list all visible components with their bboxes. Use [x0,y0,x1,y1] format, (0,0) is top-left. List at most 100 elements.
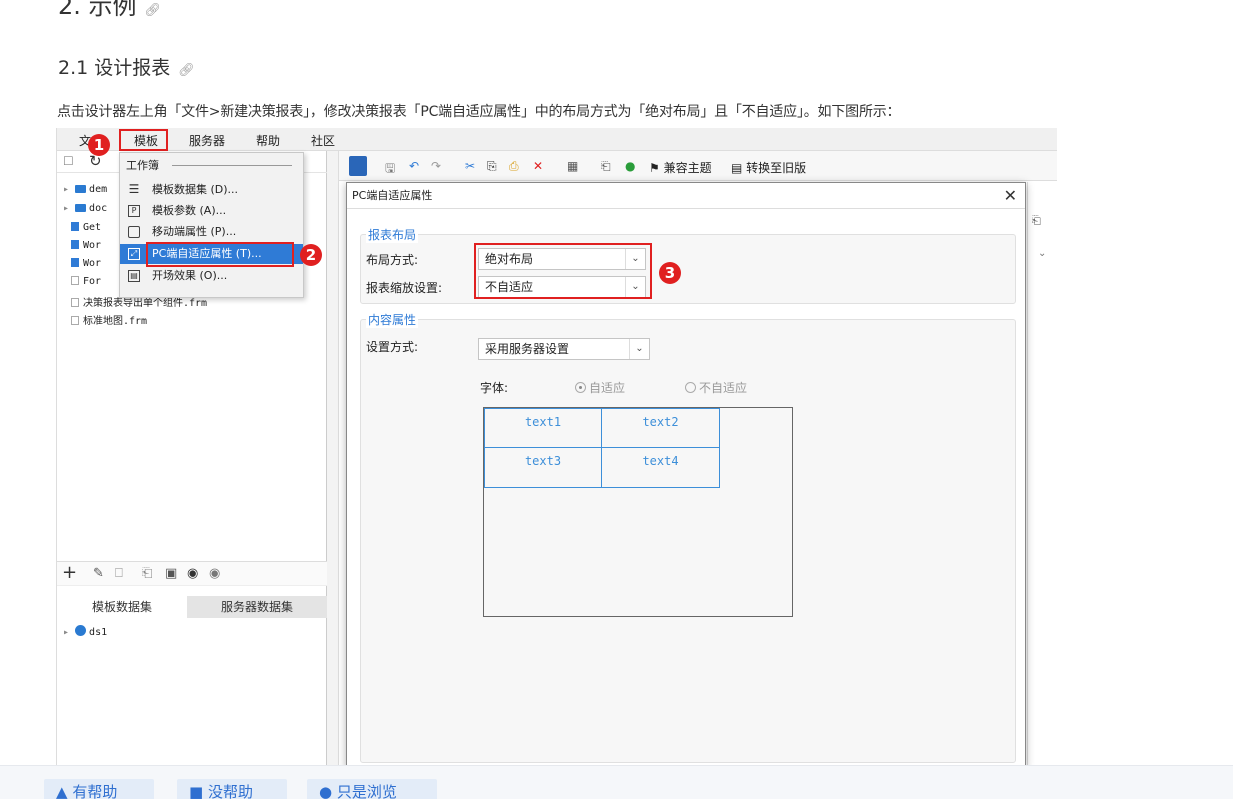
copy-icon[interactable]: ⎘ [487,159,497,174]
not-helpful-button[interactable]: ■ 没帮助 [177,779,287,799]
tab-template-dataset[interactable]: 模板数据集 [57,596,187,618]
dataset-item[interactable]: ▸ ds1 [63,625,107,638]
delete-icon[interactable]: ⎕ [115,566,123,581]
database-icon [75,625,87,636]
menu-server[interactable]: 服务器 [189,132,225,149]
refresh-dataset-icon[interactable]: ▣ [165,566,177,581]
menu-item-mobile-properties[interactable]: 移动端属性 (P)... [120,222,303,242]
subsection-heading: 2.1 设计报表 🔗︎ [58,57,195,79]
save-icon[interactable]: 🖫︎ [385,159,395,180]
menu-help[interactable]: 帮助 [256,132,280,149]
preview-cell: text1 [484,408,602,448]
convert-icon: ▤ [731,161,743,175]
panel-splitter[interactable] [327,151,339,768]
dialog-title: PC端自适应属性 [347,183,1025,209]
form-file-icon [71,316,79,325]
template-menu-dropdown: 工作簿 ☰ 模板数据集 (D)... P 模板参数 (A)... 移动端属性 (P)… [119,152,304,298]
widget-icon[interactable]: ▦ [567,159,578,173]
paste-icon[interactable]: ⎙ [509,159,519,174]
setting-mode-label: 设置方式: [366,340,419,354]
report-file-icon [71,258,79,267]
tree-item[interactable]: ▸ dem [63,184,107,195]
report-file-icon [71,240,79,249]
redo-icon[interactable]: ↷ [431,159,441,173]
section-heading: 2. 示例 🔗︎ [58,0,162,20]
undo-icon[interactable]: ↶ [409,159,419,173]
menu-section-divider [172,165,292,166]
anchor-link-icon[interactable]: 🔗︎ [145,3,162,18]
new-folder-icon[interactable]: ☐ [63,154,74,168]
tab-server-dataset[interactable]: 服务器数据集 [187,596,327,618]
layout-group [360,234,1016,304]
tree-item[interactable]: Get [71,222,101,233]
chevron-down-icon[interactable]: ⌄ [1038,248,1046,259]
tree-item[interactable]: 标准地图.frm [71,312,147,327]
tree-item[interactable]: ▸ doc [63,203,107,214]
setting-mode-select[interactable]: 采用服务器设置 ⌄ [478,338,650,360]
preview-cell: text2 [601,408,720,448]
form-file-icon [71,276,79,285]
shirt-icon: ⚑ [649,161,660,175]
highlight-template-menu [119,129,168,151]
mobile-icon [128,226,140,238]
preview-icon[interactable]: ⎗ [601,159,611,174]
menu-section-label: 工作簿 [126,159,159,172]
tree-item[interactable]: Wor [71,258,101,269]
helpful-button[interactable]: ▲ 有帮助 [44,779,154,799]
parameter-icon: P [128,205,140,217]
form-designer-icon[interactable] [349,156,367,176]
tree-item[interactable]: For [71,276,101,287]
expand-icon: ⤢ [128,248,140,260]
menu-item-template-dataset[interactable]: ☰ 模板数据集 (D)... [120,180,303,200]
intro-paragraph: 点击设计器左上角「文件>新建决策报表」，修改决策报表「PC端自适应属性」中的布局… [57,104,901,120]
form-file-icon [71,298,79,307]
database-icon: ☰ [128,182,140,196]
dataset-toolbar: + ✎ ⎕ ⎗ ▣ ◉ ◉ [57,561,327,586]
film-icon: ▤ [128,270,140,282]
add-icon[interactable]: + [62,562,77,583]
folder-icon [75,204,87,212]
close-icon[interactable]: ✕ [1004,183,1017,209]
tree-item[interactable]: Wor [71,240,101,251]
report-file-icon [71,222,79,231]
thumbs-up-icon: ▲ [56,783,68,799]
menu-community[interactable]: 社区 [311,132,335,149]
step-badge-3: 3 [659,262,681,284]
dataset-tabs: 模板数据集 服务器数据集 [57,596,327,618]
designer-screenshot: 文 模板 服务器 帮助 社区 ☐ ↻ ▸ dem ▸ doc Get Wor W… [56,128,1057,768]
menu-item-opening-effect[interactable]: ▤ 开场效果 (O)... [120,266,303,286]
content-group-title: 内容属性 [366,311,419,328]
info-icon: ● [319,783,333,799]
menu-bar: 文 模板 服务器 帮助 社区 [57,128,1057,151]
preview-cell: text4 [601,447,720,488]
highlight-layout-fields [474,243,652,299]
step-badge-2: 2 [300,244,322,266]
preview-icon[interactable]: ⎗ [142,566,152,581]
radio-unchecked-icon [685,382,696,393]
check-icon[interactable]: ● [625,159,635,173]
property-icon[interactable]: ⎗ [1032,214,1041,228]
delete-icon[interactable]: ✕ [533,159,543,173]
edit-icon[interactable]: ✎ [93,566,104,581]
designer-toolbar: 🖫︎ ↶ ↷ ✂ ⎘ ⎙ ✕ ▦ ⎗ ● ⚑ 兼容主题 ▤ 转换至旧版 [339,151,1057,181]
just-browsing-button[interactable]: ● 只是浏览 [307,779,437,799]
font-not-adaptive-radio[interactable]: 不自适应 [685,379,747,396]
radio-checked-icon [575,382,586,393]
feedback-bar: ▲ 有帮助 ■ 没帮助 ● 只是浏览 [0,765,1233,799]
chevron-down-icon: ⌄ [629,339,649,359]
convert-old-button[interactable]: ▤ 转换至旧版 [731,159,806,176]
anchor-link-icon[interactable]: 🔗︎ [178,63,195,78]
dataset-settings-icon[interactable]: ◉ [209,566,220,581]
font-adaptive-radio[interactable]: 自适应 [575,379,625,396]
cut-icon[interactable]: ✂ [465,159,475,173]
compat-theme-button[interactable]: ⚑ 兼容主题 [649,159,712,176]
layout-group-title: 报表布局 [366,226,419,243]
step-badge-1: 1 [88,134,110,156]
font-label: 字体: [480,381,509,395]
scale-setting-label: 报表缩放设置: [366,281,443,295]
menu-item-template-parameter[interactable]: P 模板参数 (A)... [120,201,303,221]
server-dataset-icon[interactable]: ◉ [187,566,198,581]
highlight-pc-adaptive [146,242,294,267]
right-property-strip: ⎗ ⌄ [1027,182,1057,768]
pc-adaptive-dialog: PC端自适应属性 ✕ 报表布局 布局方式: 绝对布局 ⌄ 报表缩放设置: 不自适应… [346,182,1026,768]
